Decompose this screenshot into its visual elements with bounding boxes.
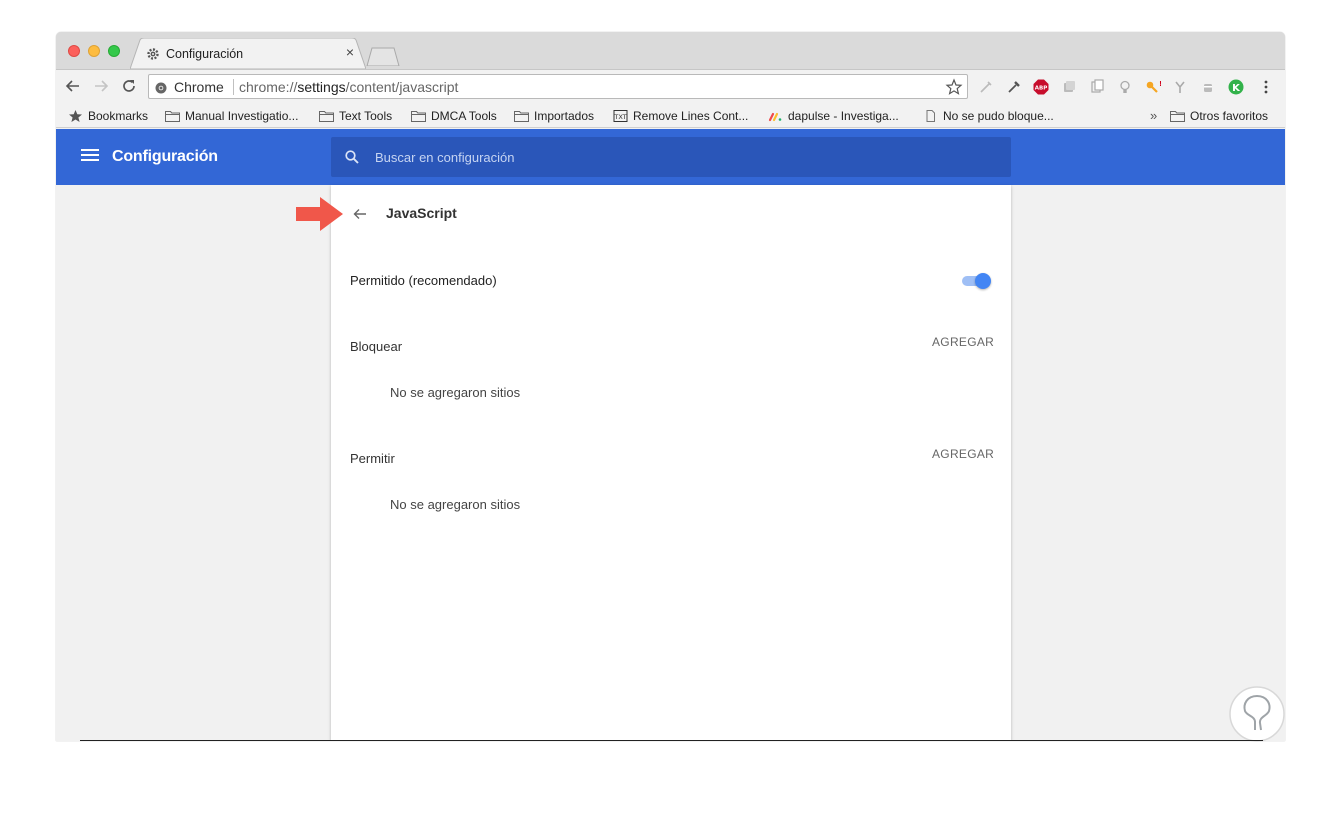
tab-strip: Configuración × [56, 32, 1285, 69]
lightbulb-extension-icon[interactable] [1117, 79, 1133, 95]
allow-section-label: Permitir [350, 451, 395, 466]
allow-empty-text: No se agregaron sitios [390, 497, 521, 512]
divider [80, 740, 1263, 741]
bookmark-label: Bookmarks [88, 109, 149, 123]
eyedropper-extension-icon[interactable] [1006, 79, 1022, 95]
bookmark-no-se-pudo[interactable]: No se pudo bloque... [923, 108, 1054, 124]
omnibox-separator [233, 79, 234, 95]
settings-title: Configuración [112, 148, 218, 165]
key-extension-icon[interactable]: ! [1145, 79, 1162, 95]
svg-text:TXT: TXT [613, 113, 626, 121]
allowed-toggle[interactable] [959, 273, 993, 289]
search-icon [345, 150, 359, 164]
adblock-plus-icon[interactable]: ABP [1033, 79, 1049, 95]
bookmark-folder-manual[interactable]: Manual Investigatio... [165, 108, 298, 124]
tab-title: Configuración [166, 47, 244, 61]
svg-text:!: ! [1159, 80, 1161, 88]
annotation-arrow-icon [296, 197, 344, 231]
hamburger-menu-icon[interactable] [81, 148, 99, 162]
tab-settings[interactable]: Configuración × [130, 38, 366, 69]
bookmark-folder-text-tools[interactable]: Text Tools [319, 108, 392, 124]
block-empty-text: No se agregaron sitios [390, 385, 521, 400]
folder-icon [411, 111, 426, 122]
cup-extension-icon[interactable] [1200, 79, 1216, 95]
bookmark-label: Remove Lines Cont... [633, 109, 749, 123]
block-section-label: Bloquear [350, 339, 403, 354]
more-vert-icon[interactable] [1258, 79, 1274, 95]
bookmark-label: Importados [534, 109, 595, 123]
back-arrow-icon[interactable] [351, 205, 369, 223]
search-box[interactable] [331, 137, 1011, 177]
bookmark-folder-dmca-tools[interactable]: DMCA Tools [411, 108, 497, 124]
page-title: JavaScript [386, 205, 457, 221]
forward-arrow-icon[interactable] [92, 77, 110, 95]
javascript-settings-card: JavaScript Permitido (recomendado) Bloqu… [331, 185, 1011, 741]
bookmarks-overflow-chevron-icon[interactable]: » [1150, 108, 1157, 124]
url-host: settings [297, 79, 346, 95]
window-minimize-button[interactable] [88, 45, 100, 57]
reload-icon[interactable] [120, 77, 138, 95]
bookmark-dapulse[interactable]: dapulse - Investiga... [768, 108, 899, 124]
bookmark-label: Otros favoritos [1190, 109, 1269, 123]
bookmark-item-bookmarks[interactable]: Bookmarks [68, 108, 148, 124]
dropper-extension-icon[interactable] [978, 79, 994, 95]
settings-header: Configuración [56, 129, 1285, 185]
browser-toolbar: Chrome chrome://settings/content/javascr… [56, 69, 1285, 103]
txt-icon: TXT [613, 110, 628, 122]
toggle-knob [975, 273, 991, 289]
bookmarks-bar: Bookmarks Manual Investigatio... Text To… [56, 103, 1285, 128]
folder-icon [1170, 111, 1185, 122]
window-close-button[interactable] [68, 45, 80, 57]
folder-icon [319, 111, 334, 122]
site-logo-icon [1229, 686, 1285, 742]
browser-window: Configuración × Chrome chrome://settings… [56, 32, 1285, 741]
bookmark-label: Text Tools [339, 109, 393, 123]
gear-icon [146, 47, 160, 61]
chrome-icon [155, 81, 167, 94]
url-text[interactable]: chrome://settings/content/javascript [239, 79, 458, 95]
folder-icon [514, 111, 529, 122]
bookmark-label: DMCA Tools [431, 109, 497, 123]
omnibox-chip: Chrome [174, 79, 224, 95]
new-tab-button[interactable] [366, 47, 400, 67]
bookmark-label: No se pudo bloque... [943, 109, 1054, 123]
block-add-button[interactable]: AGREGAR [932, 335, 994, 349]
fork-extension-icon[interactable] [1172, 79, 1188, 95]
star-icon [69, 110, 82, 122]
stack-extension-icon[interactable] [1061, 79, 1077, 95]
bookmark-folder-otros-favoritos[interactable]: Otros favoritos [1170, 108, 1268, 124]
window-maximize-button[interactable] [108, 45, 120, 57]
bookmark-label: Manual Investigatio... [185, 109, 299, 123]
page-icon [926, 110, 935, 122]
allowed-label: Permitido (recomendado) [350, 273, 497, 288]
dapulse-icon [768, 112, 782, 122]
copy-extension-icon[interactable] [1089, 79, 1105, 95]
svg-text:ABP: ABP [1035, 86, 1047, 92]
svg-text:K: K [1232, 83, 1241, 94]
bookmark-label: dapulse - Investiga... [788, 109, 899, 123]
bookmark-folder-importados[interactable]: Importados [514, 108, 594, 124]
tab-close-icon[interactable]: × [343, 45, 357, 59]
back-arrow-icon[interactable] [64, 77, 82, 95]
folder-icon [165, 111, 180, 122]
address-bar[interactable]: Chrome chrome://settings/content/javascr… [148, 74, 968, 99]
search-input[interactable] [375, 137, 995, 177]
url-path: /content/javascript [345, 79, 459, 95]
k-extension-icon[interactable]: K [1228, 79, 1244, 95]
settings-content: JavaScript Permitido (recomendado) Bloqu… [56, 185, 1285, 741]
allow-add-button[interactable]: AGREGAR [932, 447, 994, 461]
bookmark-star-icon[interactable] [945, 78, 963, 96]
bookmark-remove-lines[interactable]: TXT Remove Lines Cont... [613, 108, 748, 124]
url-scheme: chrome:// [239, 79, 298, 95]
